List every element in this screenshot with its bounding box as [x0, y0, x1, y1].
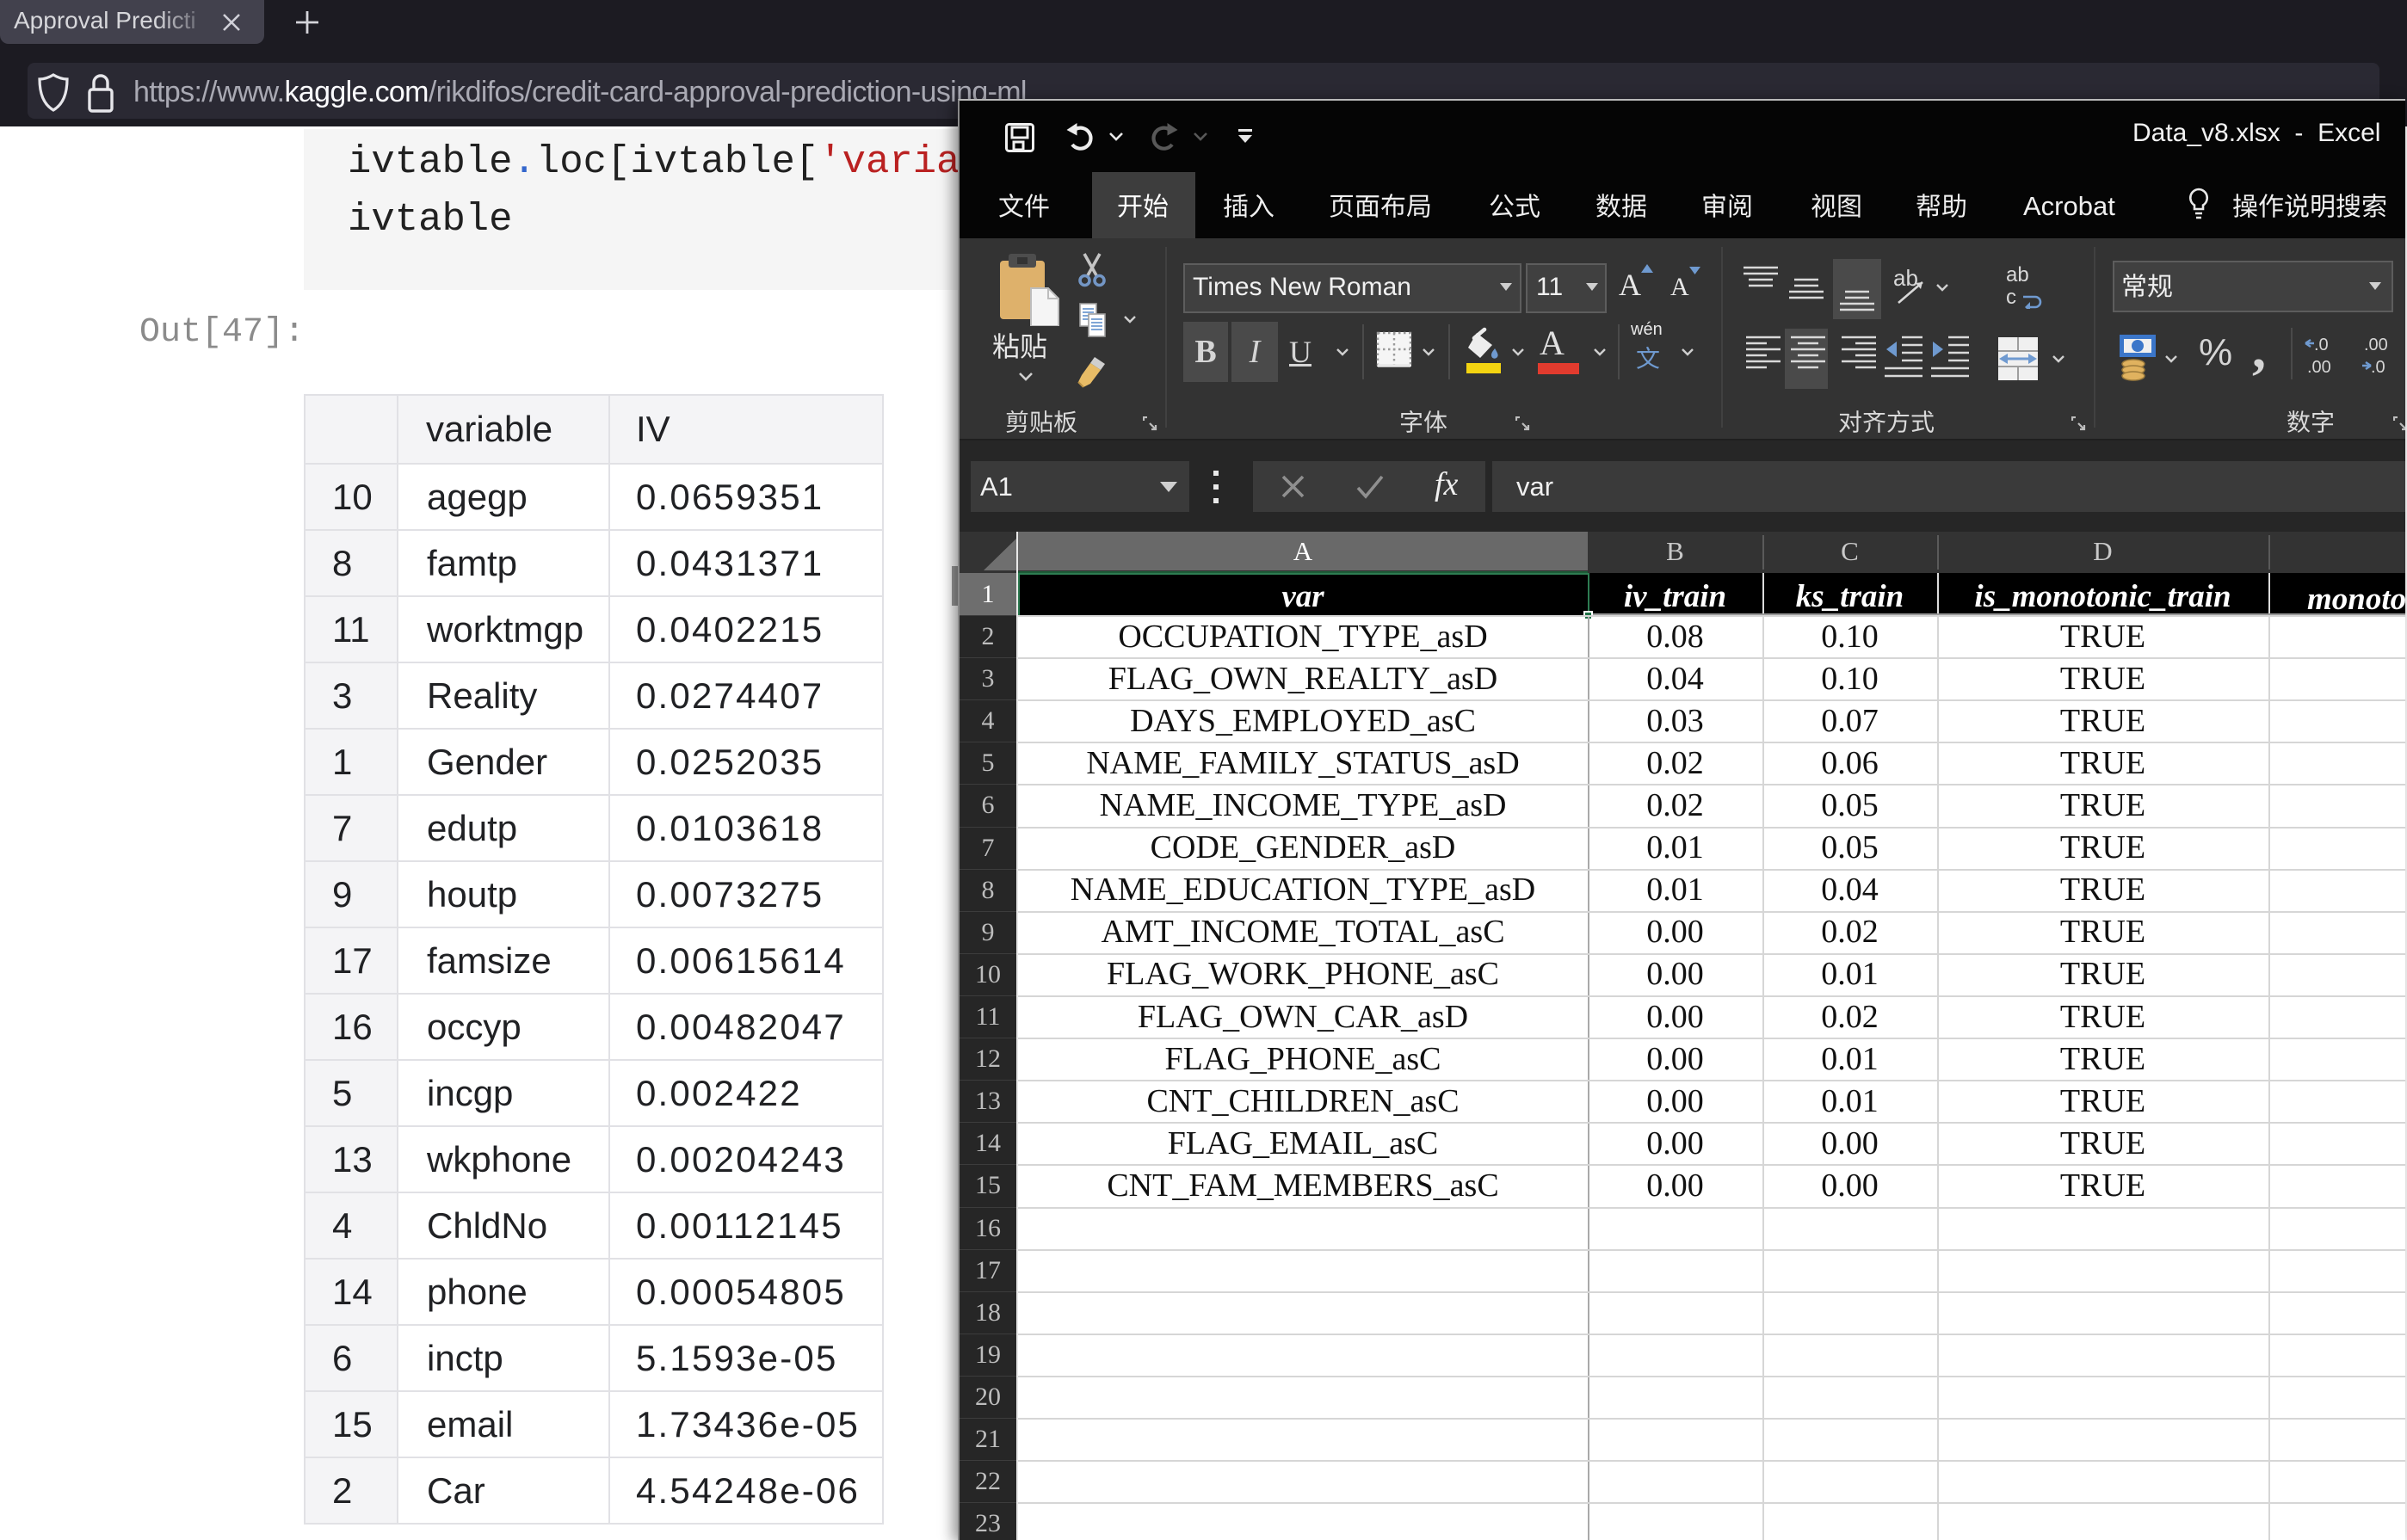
svg-text:.0: .0 [2371, 358, 2385, 377]
svg-text:.0: .0 [2314, 336, 2329, 354]
svg-text:ab: ab [1893, 267, 1918, 291]
svg-text:ab: ab [2006, 264, 2029, 286]
svg-text:.00: .00 [2364, 336, 2388, 354]
svg-text:c: c [2006, 286, 2016, 309]
svg-text:.00: .00 [2307, 358, 2331, 377]
